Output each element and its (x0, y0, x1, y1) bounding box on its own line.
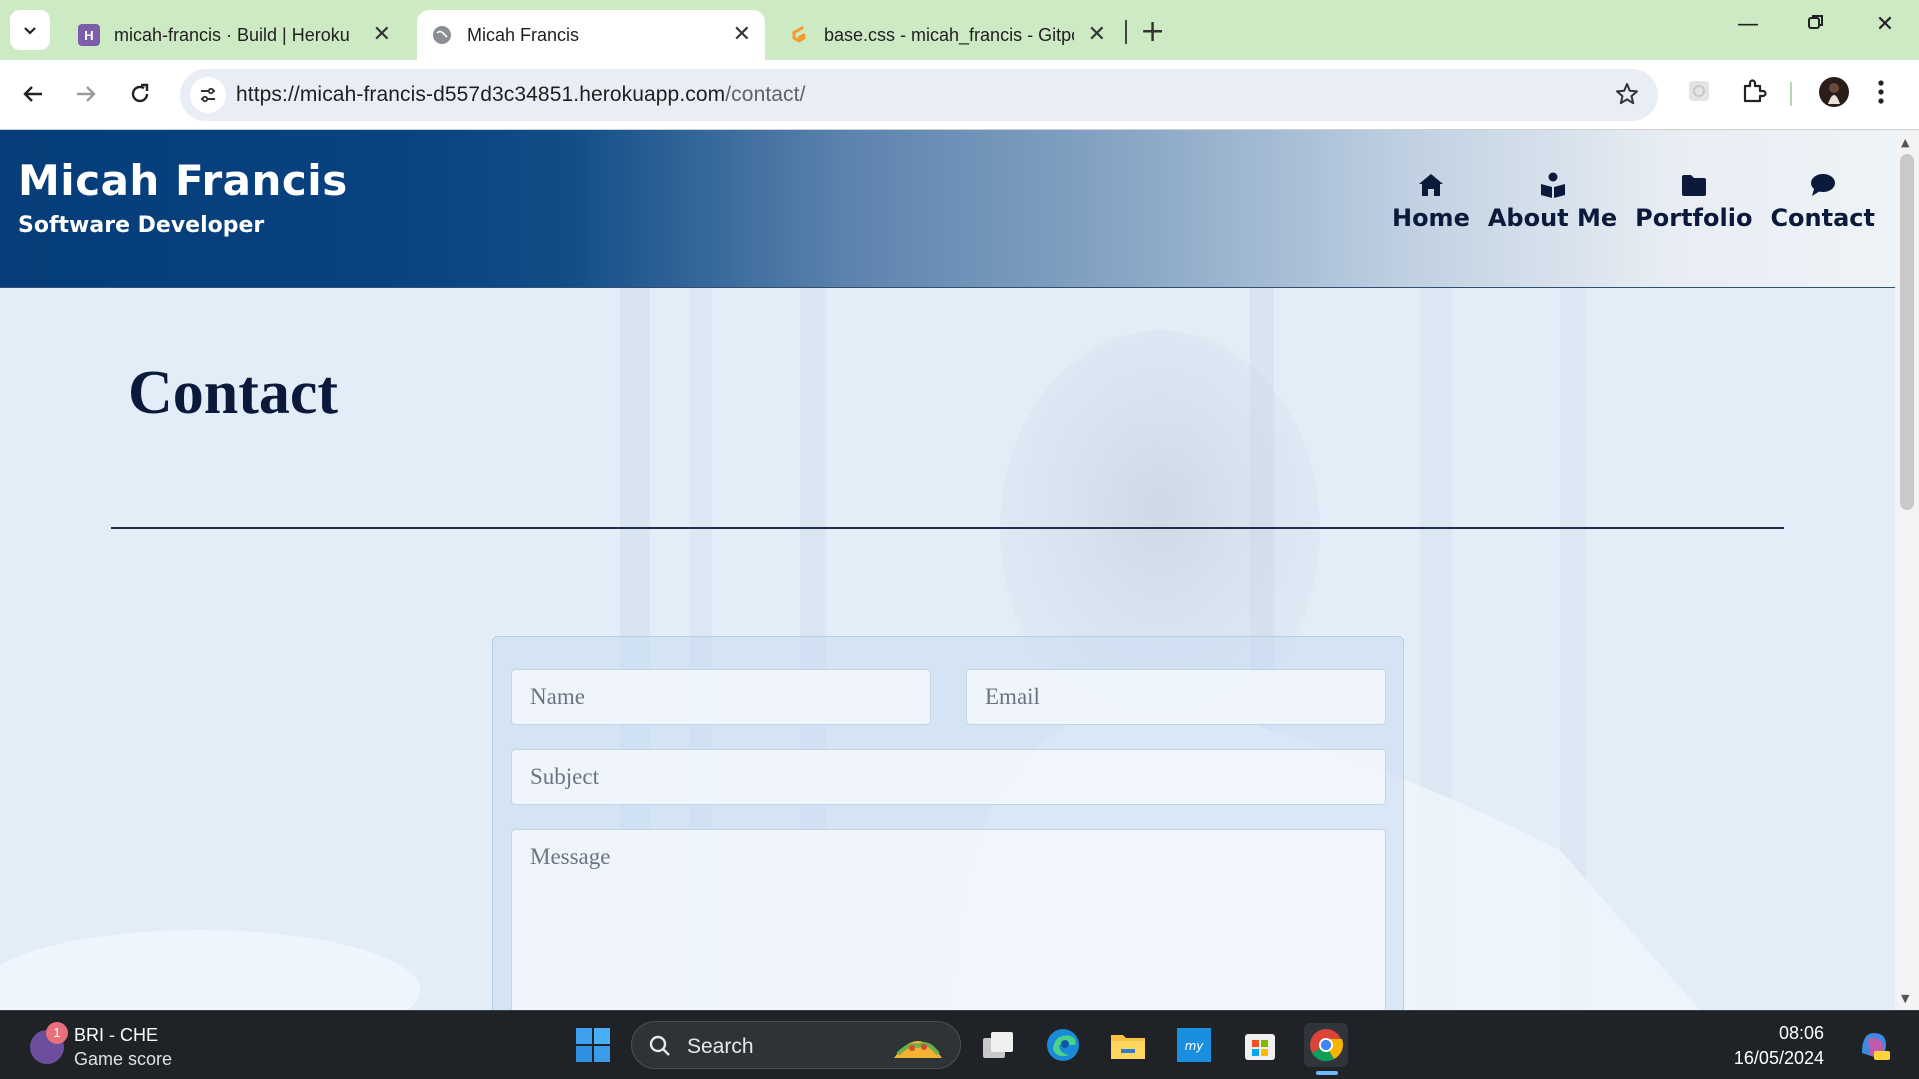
title-divider (111, 527, 1784, 529)
email-field[interactable] (966, 669, 1386, 725)
arrow-right-icon (77, 86, 96, 102)
contact-form (492, 636, 1404, 1010)
heroku-icon: H (78, 24, 100, 46)
back-button[interactable] (15, 76, 51, 112)
page-title: Contact (128, 359, 339, 427)
site-info-icon[interactable] (190, 77, 226, 113)
close-icon[interactable]: ✕ (373, 23, 391, 45)
subject-field[interactable] (511, 749, 1386, 805)
folder-icon (1681, 175, 1706, 196)
close-icon[interactable]: ✕ (1088, 23, 1106, 45)
tab-strip: H micah-francis · Build | Heroku ✕ Micah… (0, 0, 1919, 60)
brand-name[interactable]: Micah Francis (18, 156, 348, 205)
close-window-icon[interactable]: ✕ (1865, 12, 1905, 37)
tab-title: Micah Francis (467, 24, 580, 45)
nav-label: Portfolio (1635, 204, 1753, 232)
microsoft-store-icon[interactable] (1238, 1023, 1282, 1067)
system-clock[interactable]: 08:06 16/05/2024 (1734, 1021, 1824, 1071)
extension-icon[interactable] (1686, 78, 1712, 108)
minimize-icon[interactable]: — (1728, 12, 1768, 37)
new-tab-button[interactable]: + (1140, 14, 1165, 49)
reader-icon (1540, 172, 1565, 198)
arrow-left-icon (23, 86, 42, 102)
nav-about-me[interactable]: About Me (1488, 170, 1617, 232)
url-host: https://micah-francis-d557d3c34851.herok… (236, 83, 726, 106)
clock-time: 08:06 (1778, 1023, 1824, 1043)
search-icon (649, 1035, 670, 1056)
message-field[interactable] (511, 829, 1386, 1010)
main-nav: Home About Me Portfolio Contact (1392, 170, 1875, 232)
widget-title: BRI - CHE (74, 1025, 159, 1045)
taskbar-search[interactable]: Search (631, 1021, 961, 1069)
tab-search-button[interactable] (10, 10, 50, 50)
nav-contact[interactable]: Contact (1770, 170, 1875, 232)
toolbar-divider (1790, 82, 1792, 106)
scroll-thumb[interactable] (1900, 154, 1914, 510)
more-menu-icon[interactable] (1876, 78, 1886, 110)
myhp-icon[interactable]: my (1172, 1023, 1216, 1067)
cricket-ball-icon: 1 (30, 1022, 68, 1064)
page-viewport: Micah Francis Software Developer Home Ab… (0, 130, 1895, 1010)
tab-title: base.css - micah_francis - Gitpod (824, 24, 1074, 45)
tab-gitpod[interactable]: base.css - micah_francis - Gitpod ✕ (770, 10, 1120, 60)
nav-portfolio[interactable]: Portfolio (1635, 170, 1752, 232)
restore-icon[interactable] (1796, 12, 1836, 37)
url-text[interactable]: https://micah-francis-d557d3c34851.herok… (236, 83, 806, 107)
brand-tagline: Software Developer (18, 213, 265, 238)
svg-text:my: my (1185, 1039, 1205, 1053)
widget-text: BRI - CHE Game score (74, 1023, 172, 1071)
copilot-icon[interactable] (1852, 1023, 1896, 1067)
reload-icon (131, 83, 149, 103)
browser-toolbar: https://micah-francis-d557d3c34851.herok… (0, 60, 1919, 130)
forward-button[interactable] (68, 76, 104, 112)
edge-browser-icon[interactable] (1041, 1023, 1085, 1067)
nav-home[interactable]: Home (1392, 170, 1470, 232)
scroll-down-arrow[interactable]: ▼ (1901, 992, 1909, 1005)
search-label: Search (687, 1035, 754, 1058)
site-header: Micah Francis Software Developer Home Ab… (0, 130, 1895, 288)
chrome-icon[interactable] (1304, 1023, 1348, 1067)
nav-label: Contact (1770, 204, 1875, 232)
scroll-up-arrow[interactable]: ▲ (1901, 136, 1909, 149)
widget-subtitle: Game score (74, 1049, 173, 1069)
page-scrollbar[interactable]: ▲ ▼ (1895, 130, 1919, 1010)
tab-separator (1125, 20, 1127, 44)
avatar[interactable] (1818, 76, 1850, 112)
windows-start-icon[interactable] (571, 1023, 615, 1067)
nav-label: About Me (1487, 204, 1618, 232)
chevron-down-icon (24, 27, 36, 35)
tab-micah-francis[interactable]: Micah Francis ✕ (417, 10, 765, 60)
close-icon[interactable]: ✕ (733, 23, 751, 45)
windows-taskbar: 1 BRI - CHE Game score Search my 08:06 1… (0, 1010, 1919, 1079)
puzzle-icon[interactable] (1740, 78, 1768, 110)
chat-bubble-icon (1810, 174, 1835, 196)
bookmark-star-icon[interactable] (1614, 81, 1640, 111)
globe-icon (431, 24, 453, 46)
home-icon (1418, 174, 1443, 196)
notification-badge: 1 (46, 1022, 68, 1044)
address-bar[interactable]: https://micah-francis-d557d3c34851.herok… (180, 69, 1658, 121)
nav-label: Home (1391, 204, 1470, 232)
name-field[interactable] (511, 669, 931, 725)
task-view-icon[interactable] (976, 1023, 1020, 1067)
file-explorer-icon[interactable] (1106, 1023, 1150, 1067)
sports-widget[interactable]: 1 BRI - CHE Game score (30, 1022, 172, 1071)
active-app-indicator (1316, 1071, 1338, 1075)
url-path: /contact/ (725, 83, 806, 106)
tab-heroku[interactable]: H micah-francis · Build | Heroku ✕ (60, 10, 405, 60)
gitpod-icon (788, 24, 810, 46)
taco-icon (894, 1041, 942, 1058)
reload-button[interactable] (122, 76, 158, 112)
tab-title: micah-francis · Build | Heroku (114, 24, 350, 45)
clock-date: 16/05/2024 (1733, 1048, 1824, 1068)
